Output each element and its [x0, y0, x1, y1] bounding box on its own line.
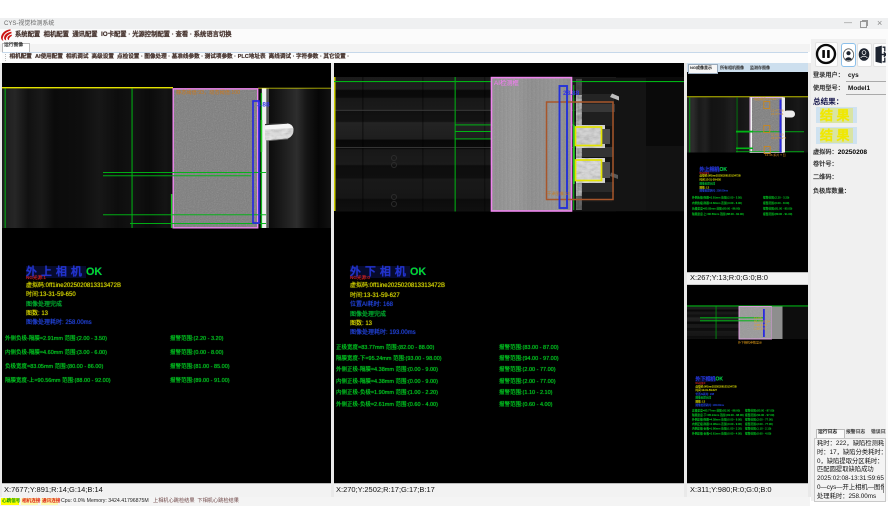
svg-text:1.90 2.61: 1.90 2.61 — [754, 327, 767, 331]
svg-text:外下相机参数显示: 外下相机参数显示 — [738, 340, 762, 345]
svg-text:23.07,5.2 T: 23.07,5.2 T — [771, 136, 786, 140]
svg-text:12.46 扣片 T 凹: 12.46 扣片 T 凹 — [765, 152, 786, 157]
svg-text:干泽图像:13: 干泽图像:13 — [547, 190, 570, 197]
svg-text:动态阈值:100 93: 动态阈值:100 93 — [754, 96, 776, 101]
svg-text:23.88: 23.88 — [563, 90, 580, 97]
svg-text:AI检测框: AI检测框 — [494, 78, 520, 87]
svg-text:3.88: 3.88 — [257, 102, 270, 109]
svg-text:23.07,5.1: 23.07,5.1 — [771, 112, 784, 116]
svg-text:静态阈值:93，动态阈值:100: 静态阈值:93，动态阈值:100 — [176, 88, 240, 96]
